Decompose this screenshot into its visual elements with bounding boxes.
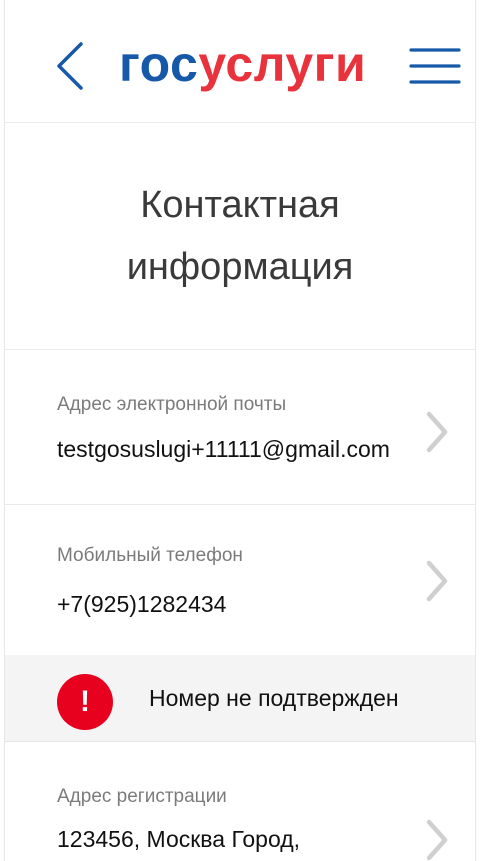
phone-unverified-banner[interactable]: ! Номер не подтвержден (5, 655, 475, 742)
phone-row[interactable]: Мобильный телефон +7(925)1282434 (5, 505, 475, 655)
chevron-right-icon (426, 560, 448, 602)
header: госуслуги (5, 0, 475, 123)
logo-part-gos: гос (119, 36, 199, 92)
gosuslugi-logo[interactable]: госуслуги (119, 34, 366, 94)
hamburger-menu-icon[interactable] (409, 44, 461, 88)
phone-label: Мобильный телефон (57, 545, 243, 566)
chevron-left-icon[interactable] (51, 38, 91, 94)
page-title: Контактная информация (126, 184, 354, 288)
address-label: Адрес регистрации (57, 786, 227, 807)
logo-part-uslugi: услуги (198, 36, 367, 92)
page-title-block: Контактная информация (5, 123, 475, 350)
phone-unverified-text: Номер не подтвержден (149, 685, 399, 711)
app-frame: госуслуги Контактная информация Адрес эл… (4, 0, 476, 861)
phone-value: +7(925)1282434 (57, 591, 227, 617)
address-value: 123456, Москва Город, (57, 826, 301, 852)
chevron-right-icon (426, 819, 448, 861)
address-row[interactable]: Адрес регистрации 123456, Москва Город, (5, 742, 475, 861)
email-value: testgosuslugi+11111@gmail.com (57, 436, 390, 462)
exclamation-icon: ! (57, 674, 113, 730)
chevron-right-icon (426, 411, 448, 453)
email-row[interactable]: Адрес электронной почты testgosuslugi+11… (5, 350, 475, 505)
email-label: Адрес электронной почты (57, 394, 287, 415)
